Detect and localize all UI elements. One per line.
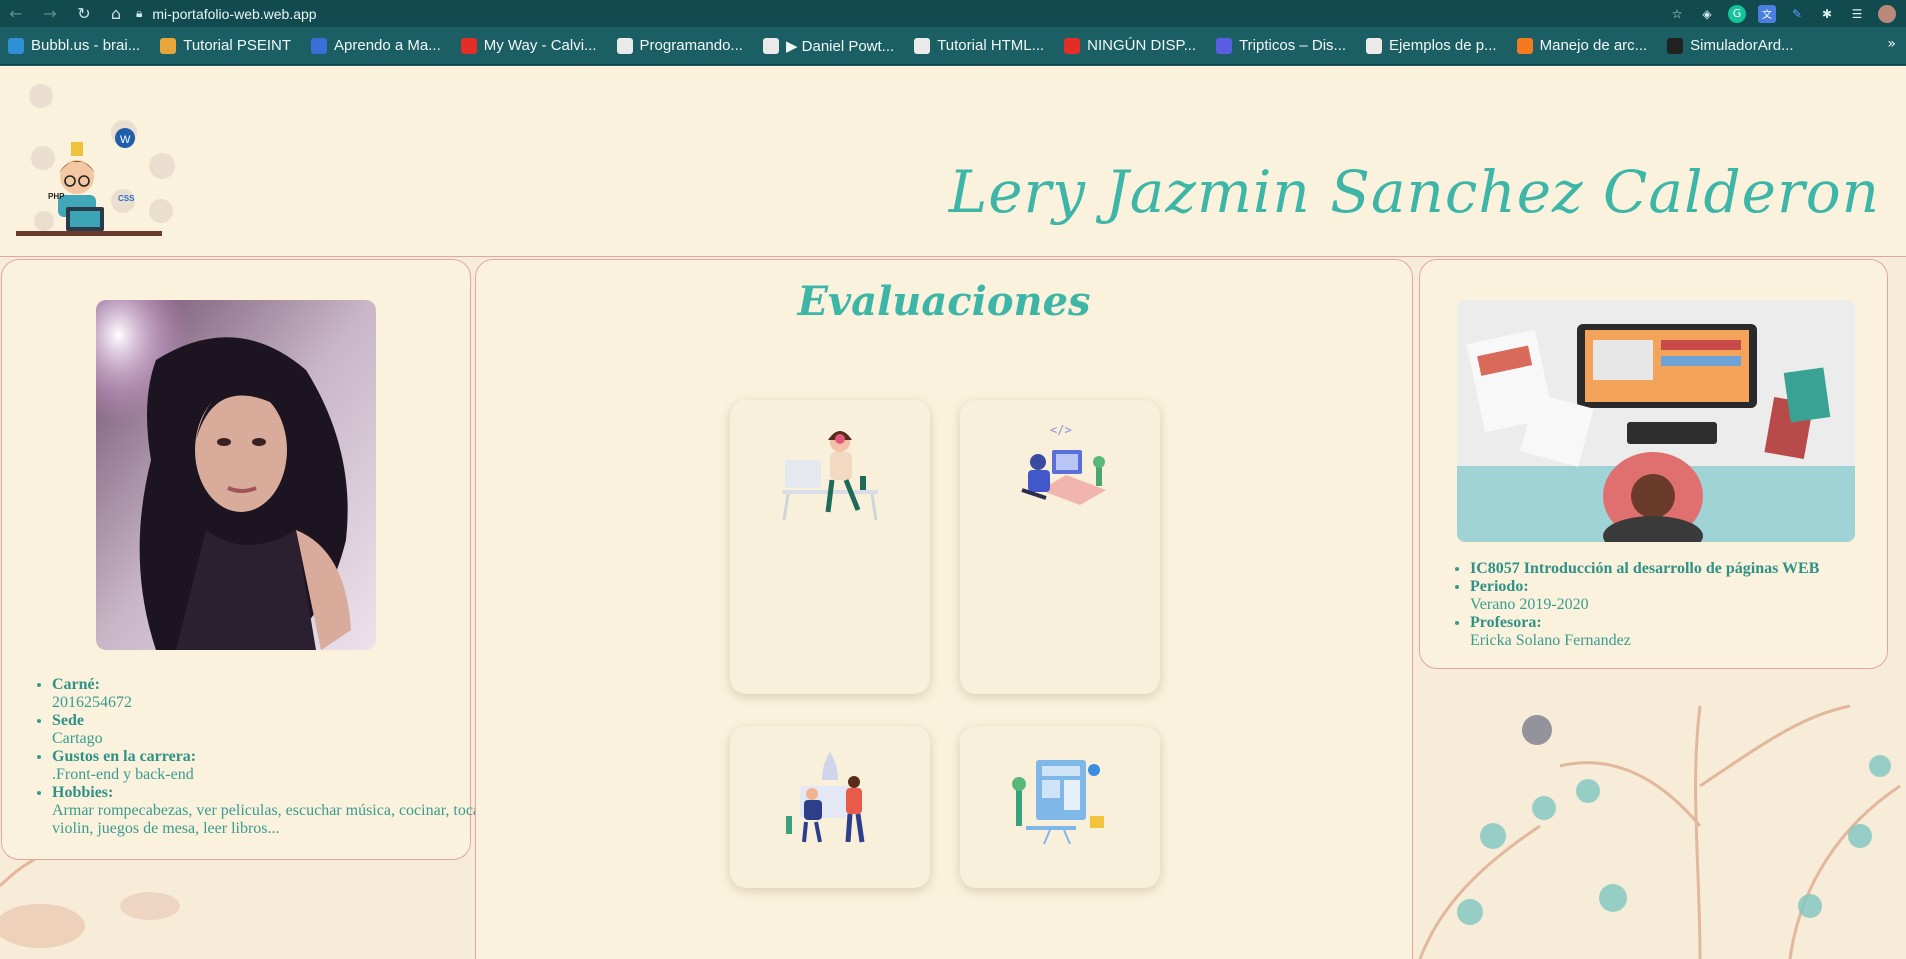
course-name-item: IC8057 Introducción al desarrollo de pág…	[1470, 560, 1906, 578]
bookmark-label: Tutorial HTML...	[937, 37, 1045, 54]
profile-info-list: Carné:2016254672SedeCartagoGustos en la …	[2, 676, 492, 838]
bookmark-item[interactable]: SimuladorArd...	[1667, 37, 1794, 54]
bookmark-item[interactable]: Tutorial PSEINT	[160, 37, 291, 54]
profile-info-value: 2016254672	[52, 694, 132, 711]
grammarly-icon[interactable]: G	[1728, 4, 1746, 23]
bookmark-label: ▶ Daniel Powt...	[785, 37, 895, 55]
bookmark-label: Ejemplos de p...	[1389, 37, 1497, 54]
profile-info-item: Carné:2016254672	[52, 676, 492, 712]
bookmark-favicon-icon	[8, 37, 24, 54]
pen-icon[interactable]: ✎	[1788, 5, 1806, 23]
page-header: W PHP CSS Lery Jazmin Sanchez Calderon	[0, 66, 1906, 257]
profile-info-item: SedeCartago	[52, 712, 492, 748]
bookmark-item[interactable]: Tripticos – Dis...	[1216, 37, 1346, 54]
team-launch-illustration	[786, 752, 865, 843]
coder-illustration: </>	[1021, 423, 1106, 505]
profile-photo	[96, 300, 376, 650]
bookmark-item[interactable]: My Way - Calvi...	[460, 37, 597, 54]
bookmark-label: NINGÚN DISP...	[1087, 37, 1197, 54]
bookmarks-overflow-icon[interactable]: »	[1887, 36, 1896, 52]
browser-toolbar: ← → ↻ ⌂ 🔒︎ mi-portafolio-web.web.app ☆ ◈…	[0, 0, 1906, 27]
bookmark-item[interactable]: Bubbl.us - brai...	[8, 37, 140, 54]
dropbox-icon[interactable]: ◈	[1698, 5, 1716, 23]
bookmark-favicon-icon	[460, 37, 477, 54]
bookmark-item[interactable]: Manejo de arc...	[1516, 37, 1648, 54]
designer-at-desk-illustration	[782, 431, 878, 520]
bookmark-label: Tutorial PSEINT	[183, 37, 292, 54]
bookmark-label: Manejo de arc...	[1539, 37, 1648, 54]
course-info-item: Periodo:Verano 2019-2020	[1470, 578, 1906, 614]
reading-list-icon[interactable]: ☰	[1848, 5, 1866, 23]
bookmark-favicon-icon	[1366, 37, 1383, 54]
profile-info-item: Gustos en la carrera:.Front-end y back-e…	[52, 748, 492, 784]
bookmark-item[interactable]: Ejemplos de p...	[1366, 37, 1497, 54]
svg-text:</>: </>	[1050, 423, 1072, 437]
course-info-value: Ericka Solano Fernandez	[1470, 632, 1631, 649]
forward-icon[interactable]: →	[38, 2, 62, 26]
evaluaciones-title: Evaluaciones	[797, 278, 1091, 325]
bookmark-label: Tripticos – Dis...	[1239, 37, 1347, 54]
evaluation-tile-3[interactable]	[730, 726, 930, 888]
php-tag: PHP	[48, 192, 65, 201]
course-info-value: Verano 2019-2020	[1470, 596, 1589, 613]
profile-info-value: Cartago	[52, 730, 103, 747]
evaluaciones-card: Evaluaciones </>	[475, 259, 1413, 959]
profile-info-item: Hobbies:Armar rompecabezas, ver pelicula…	[52, 784, 492, 838]
developer-logo: W PHP CSS	[16, 84, 175, 236]
css-tag: CSS	[118, 194, 135, 203]
profile-avatar[interactable]	[1878, 4, 1896, 23]
course-info-label: Profesora:	[1470, 614, 1542, 631]
bookmark-star-icon[interactable]: ☆	[1668, 5, 1686, 23]
bookmark-favicon-icon	[914, 37, 931, 54]
course-card: IC8057 Introducción al desarrollo de pág…	[1419, 259, 1888, 669]
profile-info-value: Armar rompecabezas, ver peliculas, escuc…	[52, 802, 486, 837]
bookmark-favicon-icon	[616, 37, 633, 54]
address-url: mi-portafolio-web.web.app	[152, 5, 317, 22]
workspace-illustration	[1457, 300, 1855, 542]
bookmark-label: Programando...	[639, 37, 743, 54]
bookmark-item[interactable]: Tutorial HTML...	[914, 37, 1044, 54]
bookmark-item[interactable]: ▶ Daniel Powt...	[762, 37, 895, 55]
reload-icon[interactable]: ↻	[72, 2, 96, 26]
evaluation-tile-1[interactable]	[730, 400, 930, 694]
back-icon[interactable]: ←	[4, 2, 28, 26]
bookmark-label: SimuladorArd...	[1690, 37, 1794, 54]
lock-icon: 🔒︎	[136, 6, 143, 20]
bookmarks-bar: Bubbl.us - brai... Tutorial PSEINT Aprendo…	[0, 27, 1906, 65]
bookmark-item[interactable]: NINGÚN DISP...	[1064, 37, 1196, 54]
profile-info-label: Hobbies:	[52, 784, 114, 801]
course-info-item: Profesora:Ericka Solano Fernandez	[1470, 614, 1906, 650]
bookmark-favicon-icon	[1516, 37, 1533, 54]
extensions-puzzle-icon[interactable]: ✱	[1818, 5, 1836, 23]
bookmark-item[interactable]: Programando...	[616, 37, 743, 54]
owner-name: Lery Jazmin Sanchez Calderon	[948, 158, 1880, 226]
bookmark-label: My Way - Calvi...	[483, 37, 597, 54]
bookmark-label: Bubbl.us - brai...	[31, 37, 141, 54]
evaluation-tile-4[interactable]	[960, 726, 1160, 888]
profile-info-value: .Front-end y back-end	[52, 766, 194, 783]
address-bar[interactable]: 🔒︎ mi-portafolio-web.web.app	[136, 2, 1636, 25]
bookmark-favicon-icon	[1216, 37, 1233, 54]
profile-info-label: Gustos en la carrera:	[52, 748, 197, 765]
svg-text:W: W	[120, 134, 131, 146]
translate-icon[interactable]: 文	[1758, 4, 1776, 23]
course-name: IC8057 Introducción al desarrollo de pág…	[1470, 560, 1820, 577]
bookmark-favicon-icon	[762, 37, 779, 54]
bookmark-favicon-icon	[160, 37, 177, 54]
bookmark-favicon-icon	[1667, 37, 1684, 54]
course-info-list: IC8057 Introducción al desarrollo de pág…	[1420, 560, 1906, 650]
home-icon[interactable]: ⌂	[104, 2, 128, 26]
page-content: W PHP CSS Lery Jazmin Sanchez Calderon •…	[0, 66, 1906, 959]
bookmark-favicon-icon	[1064, 37, 1081, 54]
bookmark-item[interactable]: Aprendo a Ma...	[311, 37, 441, 54]
profile-info-label: Sede	[52, 712, 84, 729]
profile-info-label: Carné:	[52, 676, 100, 693]
evaluation-tile-2[interactable]: </>	[960, 400, 1160, 694]
bookmark-favicon-icon	[311, 37, 328, 54]
profile-card: Carné:2016254672SedeCartagoGustos en la …	[1, 259, 485, 860]
web-design-illustration	[1012, 760, 1104, 845]
course-info-label: Periodo:	[1470, 578, 1529, 595]
extensions-area: ☆ ◈ G 文 ✎ ✱ ☰	[1668, 2, 1896, 25]
bookmark-label: Aprendo a Ma...	[334, 37, 441, 54]
